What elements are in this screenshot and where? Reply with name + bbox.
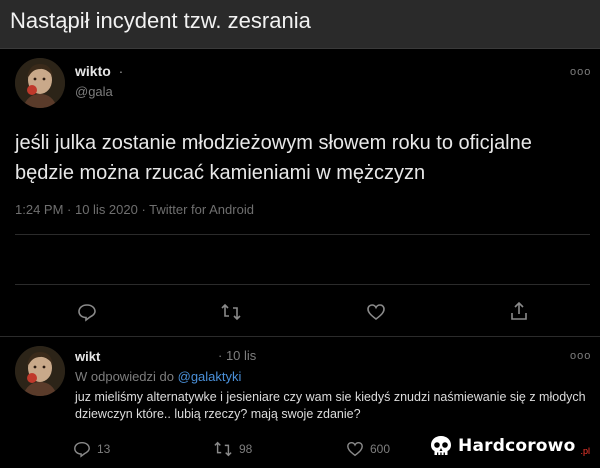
divider	[15, 234, 590, 235]
like-icon	[367, 304, 385, 321]
reply-count: 13	[97, 442, 111, 456]
tweet-author-name[interactable]: wikto ·	[75, 63, 123, 79]
reply-name-text: wikt	[75, 349, 101, 364]
retweet-icon	[214, 441, 232, 457]
reply-icon	[78, 304, 96, 322]
avatar[interactable]	[15, 58, 65, 108]
tweet-author-handle[interactable]: @gala	[75, 84, 113, 99]
retweet-button[interactable]: 98	[213, 440, 252, 458]
author-name-suffix: ·	[118, 63, 124, 79]
like-icon	[347, 441, 363, 457]
reply-text: juz mieliśmy alternatywke i jesieniare c…	[75, 390, 586, 421]
reply-date[interactable]: · 10 lis	[218, 348, 256, 363]
like-button[interactable]	[366, 302, 386, 322]
reply-author-name[interactable]: wikt	[75, 348, 100, 366]
watermark-text: Hardcorowo	[458, 436, 576, 456]
retweet-icon	[221, 303, 241, 321]
avatar[interactable]	[15, 346, 65, 396]
retweet-count: 98	[239, 442, 253, 456]
like-button[interactable]: 600	[346, 440, 390, 458]
avatar-image	[15, 346, 65, 396]
reply-to-prefix: W odpowiedzi do	[75, 369, 174, 384]
skull-icon	[431, 436, 452, 455]
more-options-icon[interactable]: ooo	[570, 66, 591, 78]
reply-button[interactable]	[77, 302, 97, 322]
page-title: Nastąpił incydent tzw. zesrania	[10, 8, 311, 33]
divider	[15, 284, 590, 285]
share-icon	[511, 301, 527, 320]
reply-to-link[interactable]: @galaktyki	[178, 369, 242, 384]
reply-button[interactable]: 13	[73, 440, 110, 458]
watermark-logo: Hardcorowo .pl	[428, 434, 590, 458]
avatar-image	[15, 58, 65, 108]
share-button[interactable]	[509, 300, 529, 322]
retweet-button[interactable]	[220, 302, 242, 322]
reply-to-line: W odpowiedzi do @galaktyki	[75, 369, 241, 384]
watermark-suffix: .pl	[580, 446, 590, 456]
tweet-text: jeśli julka zostanie młodzieżowym słowem…	[15, 132, 532, 184]
author-name-text: wikto	[75, 63, 111, 79]
divider	[0, 336, 600, 337]
like-count: 600	[370, 442, 391, 456]
tweet-meta[interactable]: 1:24 PM · 10 lis 2020 · Twitter for Andr…	[15, 202, 254, 217]
more-options-icon[interactable]: ooo	[570, 350, 591, 362]
reply-icon	[74, 441, 90, 458]
page-header: Nastąpił incydent tzw. zesrania	[0, 0, 600, 49]
